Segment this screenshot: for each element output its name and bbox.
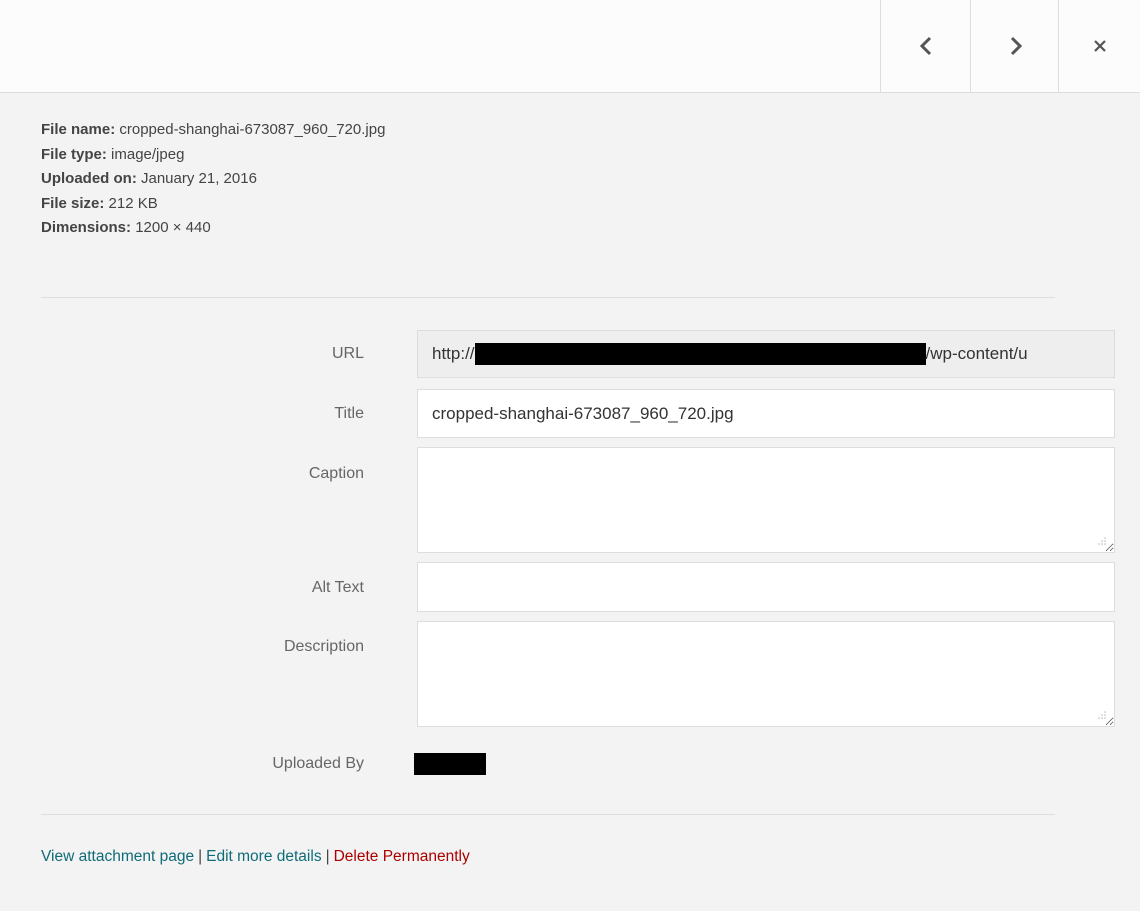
dimensions-label: Dimensions:: [41, 219, 132, 236]
attachment-actions: View attachment page | Edit more details | D…: [41, 848, 470, 866]
url-suffix: /wp-content/u: [925, 344, 1028, 363]
alt-text-label: Alt Text: [311, 579, 364, 596]
edit-details-link[interactable]: Edit more details: [206, 848, 321, 865]
dimensions-value: 1200 × 440: [135, 219, 211, 236]
dimensions-row: Dimensions: 1200 × 440: [41, 216, 385, 241]
uploaded-on-value: January 21, 2016: [141, 170, 257, 187]
url-field[interactable]: http:// /wp-content/u: [417, 330, 1115, 378]
separator: |: [325, 848, 330, 865]
resize-grip-icon[interactable]: [1097, 536, 1107, 546]
file-type-value: image/jpeg: [111, 145, 185, 163]
file-size-label: File size:: [41, 194, 105, 212]
view-attachment-link[interactable]: View attachment page: [41, 848, 194, 865]
separator: |: [198, 848, 203, 865]
file-size-value: 212 KB: [108, 194, 158, 212]
uploaded-by-label: Uploaded By: [272, 755, 364, 772]
file-name-row: File name: cropped-shanghai-673087_960_7…: [41, 118, 385, 143]
next-button[interactable]: [970, 0, 1060, 92]
title-label: Title: [334, 405, 364, 422]
uploaded-on-label: Uploaded on:: [41, 170, 137, 187]
file-size-row: File size: 212 KB: [41, 192, 385, 217]
url-prefix: http://: [432, 344, 475, 363]
description-label: Description: [283, 638, 364, 655]
description-textarea[interactable]: [417, 621, 1115, 727]
close-button[interactable]: [1058, 0, 1140, 92]
alt-text-input[interactable]: [417, 562, 1115, 612]
title-input[interactable]: [417, 389, 1115, 438]
file-type-label: File type:: [41, 145, 107, 163]
chevron-right-icon: [1009, 36, 1023, 56]
uploaded-on-row: Uploaded on: January 21, 2016: [41, 167, 385, 192]
file-details: File name: cropped-shanghai-673087_960_7…: [41, 118, 385, 241]
url-label: URL: [331, 345, 364, 362]
previous-button[interactable]: [880, 0, 970, 92]
uploader-redacted-block: [414, 753, 486, 775]
caption-label: Caption: [308, 465, 364, 482]
file-type-row: File type: image/jpeg: [41, 143, 385, 168]
file-name-value: cropped-shanghai-673087_960_720.jpg: [119, 121, 386, 138]
close-icon: [1092, 38, 1108, 54]
delete-permanently-link[interactable]: Delete Permanently: [334, 848, 470, 865]
chevron-left-icon: [919, 36, 933, 56]
caption-textarea[interactable]: [417, 447, 1115, 553]
modal-header: [0, 0, 1140, 93]
divider: [41, 297, 1055, 298]
redacted-block: [474, 343, 926, 365]
resize-grip-icon[interactable]: [1097, 710, 1107, 720]
file-name-label: File name:: [41, 121, 116, 138]
divider: [41, 814, 1055, 815]
